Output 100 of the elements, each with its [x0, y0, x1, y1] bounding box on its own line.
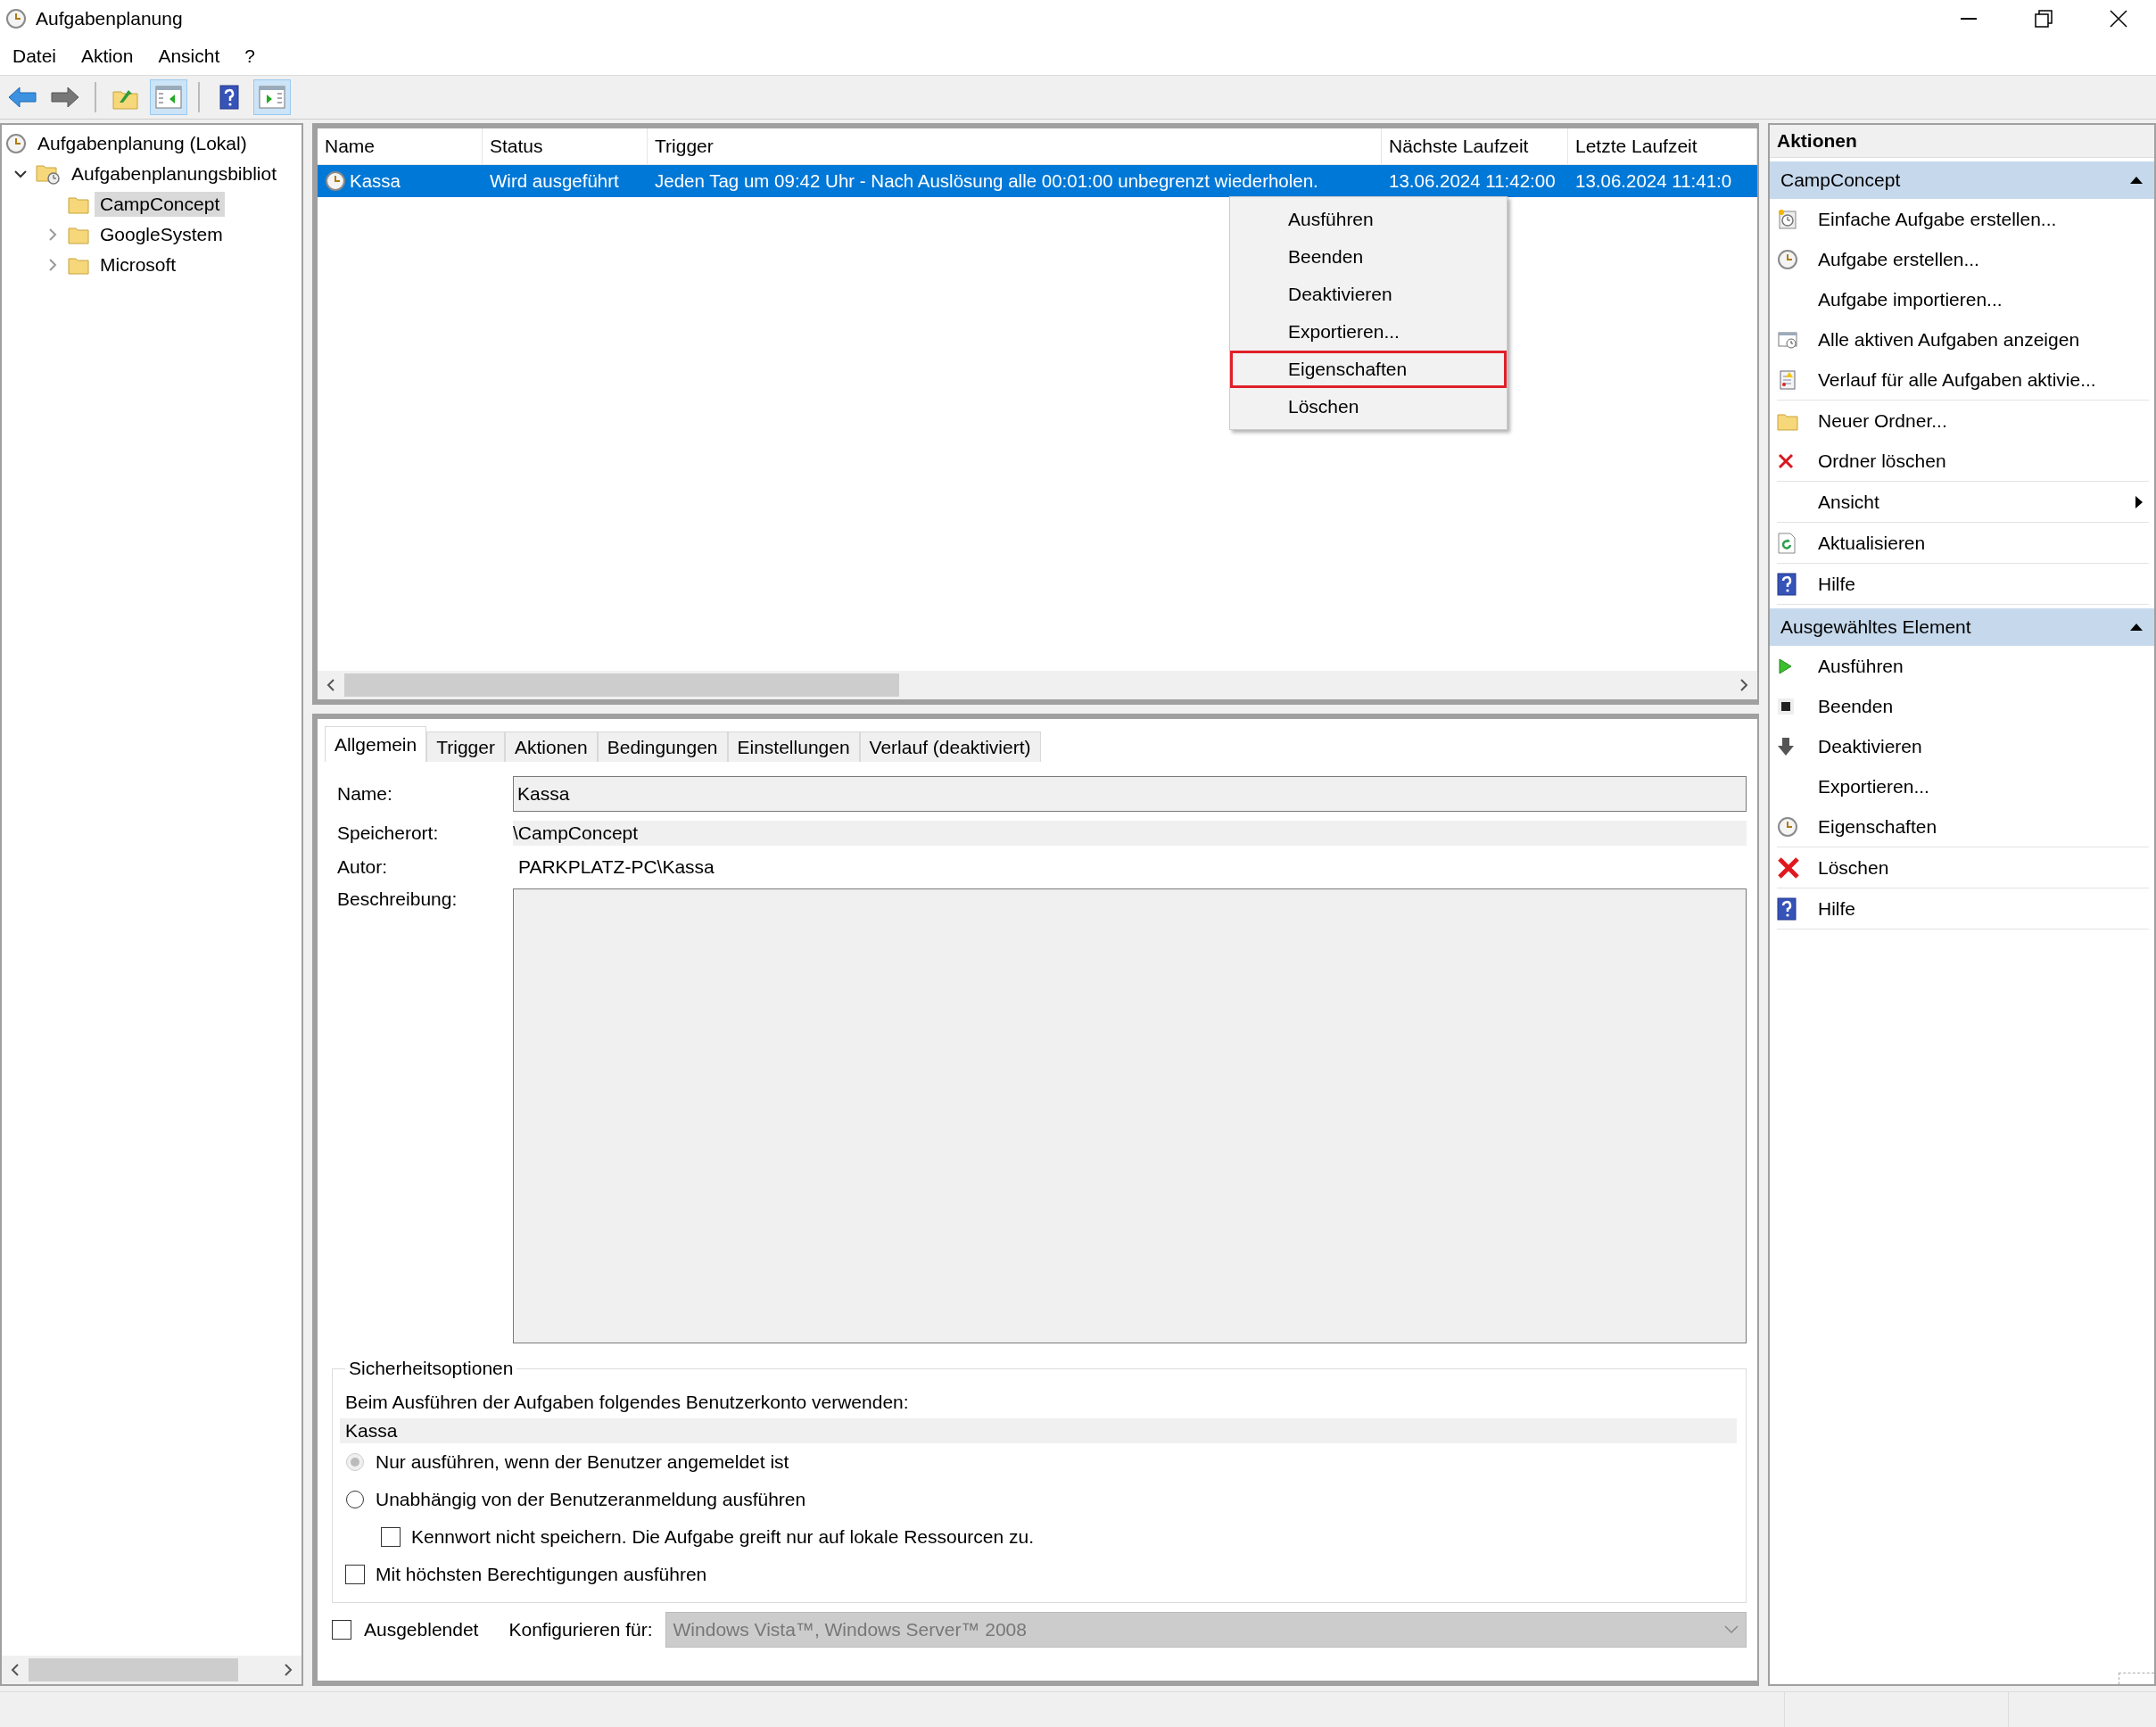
column-header[interactable]: Nächste Laufzeit	[1382, 128, 1568, 164]
action-link[interactable]: Beenden	[1818, 695, 2144, 717]
checkbox[interactable]	[345, 1565, 365, 1584]
description-field[interactable]	[513, 888, 1747, 1343]
tab[interactable]: Verlauf (deaktiviert)	[859, 731, 1041, 762]
clock-icon	[5, 133, 27, 154]
table-cell: 13.06.2024 11:42:00	[1389, 170, 1556, 192]
section-header[interactable]: Ausgewähltes Element	[1770, 608, 2154, 646]
stop-icon	[1777, 697, 1795, 715]
tab[interactable]: Trigger	[426, 731, 505, 762]
menu-item[interactable]: Aktion	[74, 40, 143, 72]
menu-item[interactable]: Ausführen	[1230, 201, 1507, 238]
scroll-left-icon[interactable]	[326, 678, 336, 692]
scroll-left-icon[interactable]	[10, 1663, 21, 1677]
menu-item[interactable]: Löschen	[1230, 388, 1507, 426]
task-row[interactable]: Kassa Wird ausgeführt Jeden Tag um 09:42 Uhr - Nach Auslösung alle 00:01:00 unbegrenzt wiederholen. 13.06.2024 11:42:00 13.06.2024 11:41:0	[318, 165, 1757, 197]
action-link[interactable]: Alle aktiven Aufgaben anzeigen	[1818, 328, 2144, 351]
column-header[interactable]: Status	[483, 128, 648, 164]
section-header[interactable]: CampConcept	[1770, 161, 2154, 199]
clock-page-icon	[1777, 208, 1798, 230]
tree-item[interactable]: GoogleSystem	[95, 222, 228, 247]
cross-icon	[1777, 855, 1800, 880]
tree-item[interactable]: Aufgabenplanung (Lokal)	[32, 131, 252, 156]
action-link[interactable]: Ordner löschen	[1818, 450, 2144, 472]
location-value: \CampConcept	[513, 821, 1747, 846]
field-label: Name:	[337, 783, 393, 805]
tab[interactable]: Bedingungen	[597, 731, 728, 762]
restore-icon[interactable]	[2035, 10, 2053, 28]
folder-icon	[68, 225, 89, 244]
action-link[interactable]: Exportieren...	[1818, 775, 2144, 797]
field-label: Autor:	[337, 856, 389, 878]
action-link[interactable]: Hilfe	[1818, 573, 2144, 595]
table-cell: Wird ausgeführt	[490, 170, 619, 192]
field-label: Konfigurieren für:	[508, 1619, 653, 1640]
name-field[interactable]: Kassa	[513, 776, 1747, 812]
tree-item[interactable]: Aufgabenplanungsbibliot	[66, 161, 283, 186]
option-label: Unabhängig von der Benutzeranmeldung ausführen	[376, 1489, 806, 1510]
account-value: Kassa	[340, 1418, 1737, 1443]
column-header[interactable]: Trigger	[648, 128, 1382, 164]
help-icon	[1777, 897, 1797, 921]
section-title: Ausgewähltes Element	[1780, 616, 1971, 638]
table-cell: Kassa	[350, 170, 401, 192]
action-link[interactable]: Aktualisieren	[1818, 532, 2144, 554]
checkbox[interactable]	[332, 1620, 351, 1640]
menu-item[interactable]: Ansicht	[151, 40, 229, 72]
action-link[interactable]: Aufgabe importieren...	[1818, 288, 2144, 310]
action-link[interactable]: Einfache Aufgabe erstellen...	[1818, 208, 2144, 230]
menu-item[interactable]: Exportieren...	[1230, 313, 1507, 351]
clock-icon	[5, 8, 27, 29]
tab[interactable]: Aktionen	[504, 731, 598, 762]
checkbox[interactable]	[381, 1527, 401, 1547]
action-link[interactable]: Deaktivieren	[1818, 735, 2144, 757]
radio-button[interactable]	[345, 1490, 365, 1509]
column-header[interactable]: Name	[318, 128, 483, 164]
clock-icon	[325, 170, 346, 192]
horizontal-scrollbar[interactable]	[318, 671, 1757, 699]
checkbox-label: Ausgeblendet	[364, 1619, 479, 1640]
action-link[interactable]: Hilfe	[1818, 897, 2144, 920]
action-link[interactable]: Eigenschaften	[1818, 815, 2144, 838]
tree-item[interactable]: CampConcept	[95, 192, 226, 217]
menu-item[interactable]: Eigenschaften	[1230, 351, 1507, 388]
action-link[interactable]: Aufgabe erstellen...	[1818, 248, 2144, 270]
scroll-right-icon[interactable]	[283, 1663, 293, 1677]
column-header[interactable]: Letzte Laufzeit	[1568, 128, 1757, 164]
window-title: Aufgabenplanung	[36, 8, 183, 29]
scroll-right-icon[interactable]	[1739, 678, 1749, 692]
action-link[interactable]: Löschen	[1818, 856, 2144, 879]
menu-item[interactable]: ?	[237, 40, 264, 72]
action-link[interactable]: Ausführen	[1818, 655, 2144, 677]
section-title: CampConcept	[1780, 169, 1901, 191]
option-label: Nur ausführen, wenn der Benutzer angemeldet ist	[376, 1451, 789, 1473]
close-icon[interactable]	[2110, 10, 2127, 28]
menu-item[interactable]: Beenden	[1230, 238, 1507, 276]
refresh-icon	[1777, 532, 1797, 554]
field-label: Beschreibung:	[337, 888, 458, 910]
folder-icon	[68, 194, 89, 214]
collapse-arrow-icon[interactable]	[2129, 623, 2144, 632]
folder-icon	[68, 255, 89, 275]
panel-title: Aktionen	[1770, 125, 2154, 158]
account-prompt: Beim Ausführen der Aufgaben folgendes Benutzerkonto verwenden:	[345, 1392, 910, 1413]
action-link[interactable]: Verlauf für alle Aufgaben aktivie...	[1818, 368, 2144, 391]
action-link[interactable]: Ansicht	[1818, 491, 2135, 513]
action-link[interactable]: Neuer Ordner...	[1818, 409, 2144, 432]
option-label: Kennwort nicht speichern. Die Aufgabe greift nur auf lokale Ressourcen zu.	[411, 1526, 1035, 1548]
menu-item[interactable]: Datei	[5, 40, 66, 72]
menu-item[interactable]: Deaktivieren	[1230, 276, 1507, 313]
table-cell: 13.06.2024 11:41:0	[1575, 170, 1732, 192]
field-label: Speicherort:	[337, 822, 440, 844]
option-label: Mit höchsten Berechtigungen ausführen	[376, 1564, 707, 1585]
tab[interactable]: Einstellungen	[727, 731, 860, 762]
folder-clock-icon	[36, 162, 61, 186]
author-value: PARKPLATZ-PC\Kassa	[517, 855, 715, 879]
horizontal-scrollbar[interactable]	[2, 1656, 302, 1684]
play-icon	[1777, 657, 1793, 675]
cross-icon	[1777, 451, 1795, 470]
tree-item[interactable]: Microsoft	[95, 252, 182, 277]
notebook-icon	[1777, 368, 1798, 391]
tab[interactable]: Allgemein	[325, 726, 427, 762]
clock-icon	[1777, 248, 1798, 270]
collapse-arrow-icon[interactable]	[2129, 176, 2144, 185]
